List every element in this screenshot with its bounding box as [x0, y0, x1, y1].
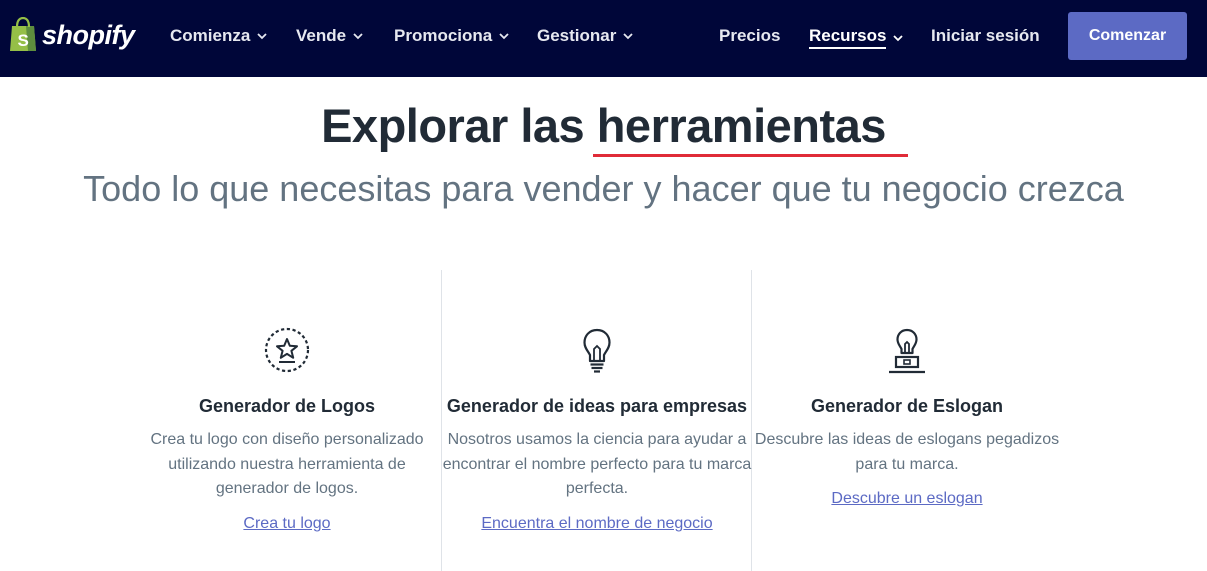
tool-description: Crea tu logo con diseño personalizado ut…	[150, 431, 424, 497]
chevron-down-icon	[623, 33, 633, 40]
lightbulb-stand-icon	[889, 328, 925, 374]
brand-name: shopify	[42, 19, 135, 50]
page-title: Explorar las herramientas	[0, 98, 1207, 157]
shopify-logo[interactable]: S shopify	[8, 17, 135, 53]
chevron-down-icon	[257, 33, 267, 40]
chevron-down-icon	[893, 34, 904, 41]
tool-description: Nosotros usamos la ciencia para ayudar a…	[442, 431, 752, 497]
chevron-down-icon	[499, 33, 509, 40]
encuentra-nombre-link[interactable]: Encuentra el nombre de negocio	[481, 515, 712, 533]
title-highlight: herramientas	[592, 98, 908, 157]
nav-recursos[interactable]: Recursos	[809, 26, 904, 49]
comenzar-button[interactable]: Comenzar	[1068, 12, 1187, 60]
star-badge-icon	[264, 327, 310, 373]
shopping-bag-icon: S	[10, 17, 36, 51]
top-nav: S shopify Comienza Vende Promociona Gest…	[0, 0, 1207, 77]
nav-gestionar[interactable]: Gestionar	[537, 26, 634, 46]
tool-card-ideas: Generador de ideas para empresas Nosotro…	[442, 325, 752, 533]
nav-comienza[interactable]: Comienza	[170, 26, 268, 46]
chevron-down-icon	[353, 33, 363, 40]
page-subtitle: Todo lo que necesitas para vender y hace…	[83, 168, 1124, 209]
tool-card-logos: Generador de Logos Crea tu logo con dise…	[132, 325, 442, 533]
nav-iniciar-sesion[interactable]: Iniciar sesión	[931, 26, 1040, 46]
tool-description: Descubre las ideas de eslogans pegadizos…	[754, 431, 1060, 473]
red-underline	[592, 154, 908, 157]
lightbulb-icon	[583, 328, 611, 373]
crea-tu-logo-link[interactable]: Crea tu logo	[243, 515, 330, 533]
tool-title: Generador de Eslogan	[810, 396, 1004, 416]
nav-precios[interactable]: Precios	[719, 26, 780, 46]
nav-promociona[interactable]: Promociona	[394, 26, 510, 46]
nav-vende[interactable]: Vende	[296, 26, 364, 46]
tool-card-eslogan: Generador de Eslogan Descubre las ideas …	[752, 325, 1062, 508]
tool-title: Generador de Logos	[198, 396, 376, 416]
descubre-eslogan-link[interactable]: Descubre un eslogan	[831, 490, 982, 508]
svg-text:S: S	[18, 31, 29, 50]
tool-title: Generador de ideas para empresas	[446, 396, 748, 416]
